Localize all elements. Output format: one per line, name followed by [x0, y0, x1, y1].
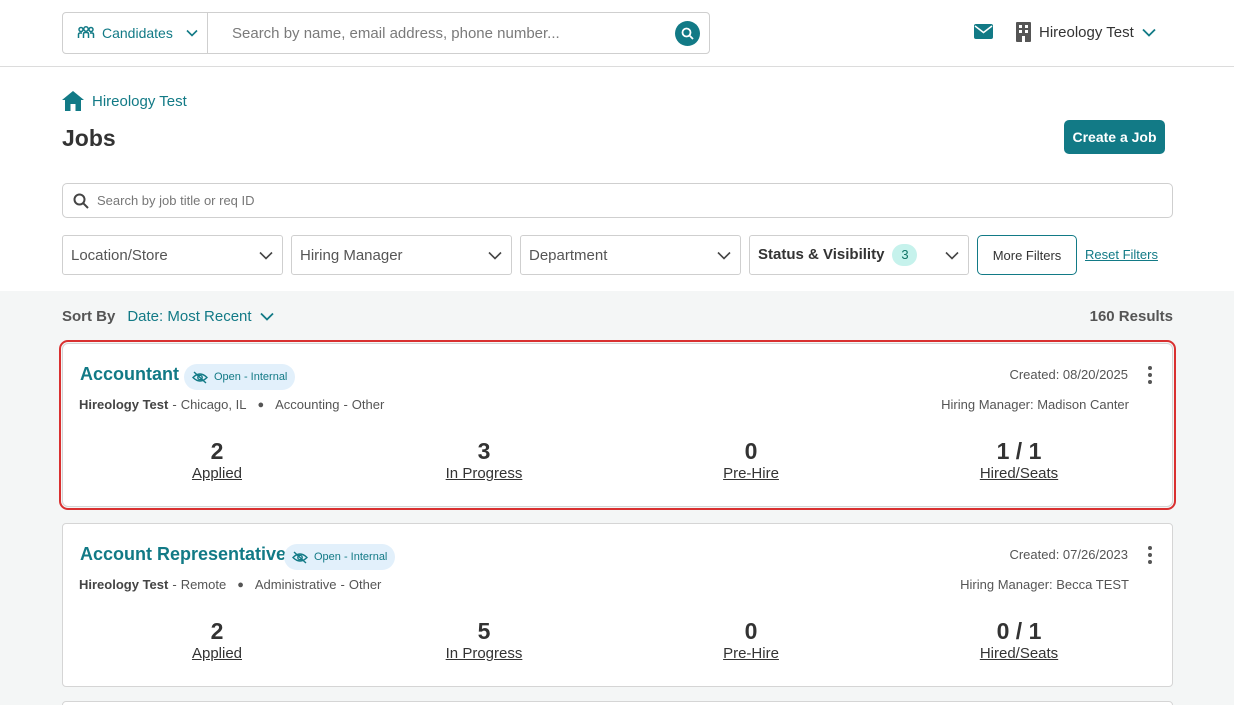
hiring-manager-filter[interactable]: Hiring Manager	[291, 235, 512, 275]
job-org: Hireology Test	[79, 577, 169, 592]
stat-value: 2	[210, 438, 224, 464]
job-type: Other	[348, 577, 382, 592]
hiring-manager: Hiring Manager: Becca TEST	[960, 577, 1129, 592]
eye-slash-icon	[292, 550, 308, 564]
sort-value: Date: Most Recent	[127, 308, 252, 325]
chevron-down-icon	[488, 251, 502, 260]
stat-applied[interactable]: 2 Applied	[157, 618, 277, 662]
stat-value: 1 / 1	[996, 438, 1042, 464]
org-name: Hireology Test	[1039, 23, 1134, 41]
stat-value: 2	[210, 618, 224, 644]
sort-label: Sort By	[62, 308, 116, 325]
stat-in-progress[interactable]: 5 In Progress	[424, 618, 544, 662]
chevron-down-icon	[1142, 28, 1156, 37]
status-filter-count-badge: 3	[892, 244, 918, 266]
create-job-button[interactable]: Create a Job	[1064, 120, 1165, 154]
building-icon	[1016, 22, 1031, 42]
job-meta: Hireology Test - Remote ● Administrative - …	[79, 577, 382, 592]
job-type: Other	[351, 397, 385, 412]
stat-label[interactable]: Hired/Seats	[959, 465, 1079, 482]
eye-slash-icon	[192, 370, 208, 384]
mail-icon[interactable]	[974, 24, 993, 39]
global-search-button[interactable]	[675, 21, 700, 46]
stat-value: 0	[744, 618, 758, 644]
created-date: Created: 07/26/2023	[1009, 547, 1128, 562]
chevron-down-icon	[186, 29, 198, 37]
stat-value: 5	[477, 618, 491, 644]
stat-label[interactable]: In Progress	[424, 645, 544, 662]
visibility-badge: Open - Internal	[184, 364, 296, 390]
home-icon	[62, 91, 84, 111]
job-department: Administrative	[254, 577, 337, 592]
hiring-manager-filter-label: Hiring Manager	[300, 246, 403, 264]
global-search	[208, 13, 709, 53]
job-location: Remote	[180, 577, 227, 592]
reset-filters-link[interactable]: Reset Filters	[1085, 247, 1158, 262]
people-icon	[77, 26, 95, 38]
candidates-label: Candidates	[102, 25, 173, 41]
location-filter[interactable]: Location/Store	[62, 235, 283, 275]
department-filter-label: Department	[529, 246, 608, 264]
results-area: Sort By Date: Most Recent 160 Results Ac…	[0, 291, 1234, 705]
stat-applied[interactable]: 2 Applied	[157, 438, 277, 482]
job-title-link[interactable]: Accountant	[80, 364, 179, 385]
status-filter-label: Status & Visibility	[758, 246, 885, 263]
stat-value: 3	[477, 438, 491, 464]
stat-pre-hire[interactable]: 0 Pre-Hire	[691, 438, 811, 482]
job-department: Accounting	[275, 397, 340, 412]
org-switcher[interactable]: Hireology Test	[1016, 22, 1156, 42]
visibility-label: Open - Internal	[214, 371, 288, 383]
stat-hired-seats[interactable]: 0 / 1 Hired/Seats	[959, 618, 1079, 662]
more-filters-button[interactable]: More Filters	[977, 235, 1077, 275]
stat-pre-hire[interactable]: 0 Pre-Hire	[691, 618, 811, 662]
page-title: Jobs	[62, 125, 116, 151]
chevron-down-icon	[717, 251, 731, 260]
stat-label[interactable]: In Progress	[424, 465, 544, 482]
breadcrumb[interactable]: Hireology Test	[62, 91, 187, 111]
candidates-dropdown[interactable]: Candidates	[63, 13, 208, 53]
department-filter[interactable]: Department	[520, 235, 741, 275]
visibility-badge: Open - Internal	[284, 544, 396, 570]
job-search-input[interactable]	[97, 193, 1097, 208]
location-filter-label: Location/Store	[71, 246, 168, 264]
created-date: Created: 08/20/2025	[1009, 367, 1128, 382]
status-visibility-filter[interactable]: Status & Visibility 3	[749, 235, 969, 275]
breadcrumb-label: Hireology Test	[92, 92, 187, 110]
more-options-icon[interactable]	[1145, 544, 1155, 566]
search-icon	[681, 27, 694, 40]
job-card[interactable]: Accountant Open - Internal Created: 08/2…	[59, 340, 1176, 510]
status-filter-label-wrap: Status & Visibility 3	[758, 244, 918, 266]
visibility-label: Open - Internal	[314, 551, 388, 563]
stat-in-progress[interactable]: 3 In Progress	[424, 438, 544, 482]
job-search	[62, 183, 1173, 218]
stat-label[interactable]: Pre-Hire	[691, 465, 811, 482]
search-icon	[73, 193, 89, 209]
sort-control: Sort By Date: Most Recent	[62, 308, 274, 325]
stat-hired-seats[interactable]: 1 / 1 Hired/Seats	[959, 438, 1079, 482]
job-meta: Hireology Test - Chicago, IL ● Accounting -…	[79, 397, 385, 412]
job-title-link[interactable]: Account Representative	[80, 544, 286, 565]
stat-label[interactable]: Pre-Hire	[691, 645, 811, 662]
stat-value: 0	[744, 438, 758, 464]
chevron-down-icon	[945, 251, 959, 260]
chevron-down-icon	[259, 312, 274, 321]
global-search-input[interactable]	[232, 24, 662, 42]
job-card[interactable]	[62, 701, 1173, 705]
job-card[interactable]: Account Representative Open - Internal C…	[62, 523, 1173, 687]
stat-value: 0 / 1	[996, 618, 1042, 644]
stat-label[interactable]: Applied	[157, 645, 277, 662]
hiring-manager: Hiring Manager: Madison Canter	[941, 397, 1129, 412]
results-count: 160 Results	[1089, 308, 1173, 325]
sort-dropdown[interactable]: Date: Most Recent	[127, 308, 274, 325]
chevron-down-icon	[259, 251, 273, 260]
stat-label[interactable]: Hired/Seats	[959, 645, 1079, 662]
more-options-icon[interactable]	[1145, 364, 1155, 386]
global-search-group: Candidates	[62, 12, 710, 54]
job-location: Chicago, IL	[180, 397, 247, 412]
job-org: Hireology Test	[79, 397, 169, 412]
top-bar: Candidates Hireology Test	[0, 0, 1234, 67]
stat-label[interactable]: Applied	[157, 465, 277, 482]
